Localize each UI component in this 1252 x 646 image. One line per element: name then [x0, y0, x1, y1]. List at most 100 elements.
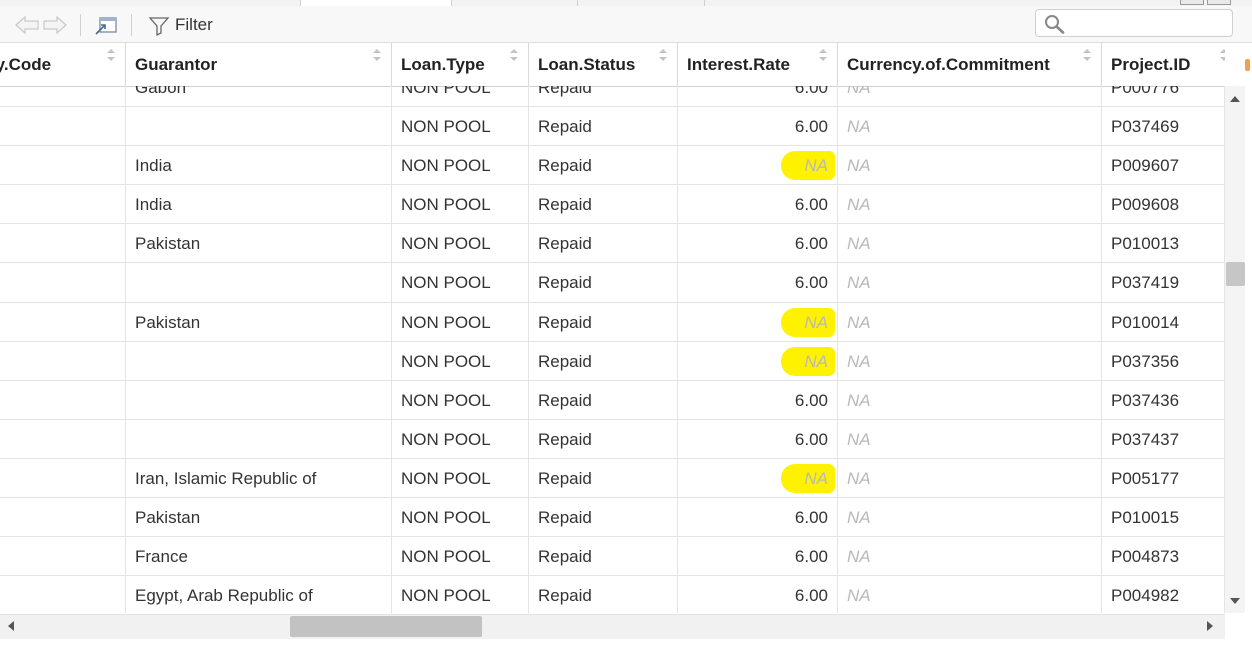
- cell-loan-type[interactable]: NON POOL: [392, 576, 529, 613]
- horizontal-scroll-thumb[interactable]: [290, 616, 482, 637]
- cell-loan-status[interactable]: Repaid: [529, 380, 678, 419]
- table-row[interactable]: NON POOL Repaid 6.00 NA P037436: [0, 380, 1225, 420]
- cell-guarantor[interactable]: [126, 380, 392, 419]
- cell-interest-rate[interactable]: 6.00: [678, 576, 838, 613]
- cell-loan-type[interactable]: NON POOL: [392, 498, 529, 537]
- cell-interest-rate[interactable]: NA: [678, 302, 838, 341]
- sort-icon[interactable]: [1219, 48, 1225, 62]
- table-row[interactable]: NON POOL Repaid 6.00 NA P037469: [0, 107, 1225, 147]
- table-row[interactable]: Egypt, Arab Republic of NON POOL Repaid 6.0…: [0, 576, 1225, 613]
- cell-loan-type[interactable]: NON POOL: [392, 302, 529, 341]
- cell-loan-status[interactable]: Repaid: [529, 576, 678, 613]
- cell-country-code[interactable]: [0, 224, 126, 263]
- cell-project-id[interactable]: P005177: [1102, 458, 1225, 498]
- cell-interest-rate[interactable]: 6.00: [678, 419, 838, 458]
- popout-icon[interactable]: [93, 15, 119, 37]
- cell-loan-status[interactable]: Repaid: [529, 107, 678, 146]
- cell-project-id[interactable]: P037469: [1102, 107, 1225, 146]
- cell-currency-of-commitment[interactable]: NA: [838, 224, 1102, 263]
- cell-guarantor[interactable]: Pakistan: [126, 302, 392, 341]
- column-header-project-id[interactable]: Project.ID: [1102, 43, 1225, 86]
- vertical-scrollbar[interactable]: [1225, 86, 1245, 613]
- cell-guarantor[interactable]: India: [126, 185, 392, 224]
- cell-loan-type[interactable]: NON POOL: [392, 419, 529, 458]
- cell-currency-of-commitment[interactable]: NA: [838, 185, 1102, 224]
- horizontal-scrollbar[interactable]: [0, 614, 1225, 639]
- cell-loan-status[interactable]: Repaid: [529, 185, 678, 224]
- table-row[interactable]: Gabon NON POOL Repaid 6.00 NA P000776: [0, 86, 1225, 108]
- vertical-scroll-thumb[interactable]: [1226, 262, 1245, 286]
- cell-currency-of-commitment[interactable]: NA: [838, 458, 1102, 498]
- column-header-guarantor[interactable]: Guarantor: [126, 43, 392, 86]
- scroll-down-icon[interactable]: [1229, 596, 1241, 606]
- cell-currency-of-commitment[interactable]: NA: [838, 302, 1102, 341]
- table-row[interactable]: Pakistan NON POOL Repaid 6.00 NA P010013: [0, 224, 1225, 264]
- cell-project-id[interactable]: P009607: [1102, 146, 1225, 185]
- cell-country-code[interactable]: [0, 341, 126, 380]
- cell-loan-type[interactable]: NON POOL: [392, 263, 529, 302]
- cell-interest-rate[interactable]: NA: [678, 458, 838, 498]
- cell-project-id[interactable]: P004982: [1102, 576, 1225, 613]
- cell-project-id[interactable]: P037419: [1102, 263, 1225, 302]
- cell-country-code[interactable]: [0, 86, 126, 107]
- cell-guarantor[interactable]: Pakistan: [126, 498, 392, 537]
- cell-loan-type[interactable]: NON POOL: [392, 86, 529, 107]
- cell-country-code[interactable]: [0, 576, 126, 613]
- cell-interest-rate[interactable]: 6.00: [678, 537, 838, 576]
- cell-project-id[interactable]: P010013: [1102, 224, 1225, 263]
- cell-loan-status[interactable]: Repaid: [529, 537, 678, 576]
- table-row[interactable]: France NON POOL Repaid 6.00 NA P004873: [0, 537, 1225, 577]
- cell-loan-status[interactable]: Repaid: [529, 86, 678, 107]
- forward-arrow-icon[interactable]: [42, 15, 68, 35]
- search-box[interactable]: [1035, 9, 1233, 37]
- cell-project-id[interactable]: P009608: [1102, 185, 1225, 224]
- cell-project-id[interactable]: P000776: [1102, 86, 1225, 107]
- sort-icon[interactable]: [509, 48, 519, 62]
- cell-project-id[interactable]: P037436: [1102, 380, 1225, 419]
- table-row[interactable]: India NON POOL Repaid NA NA P009607: [0, 146, 1225, 186]
- cell-interest-rate[interactable]: 6.00: [678, 224, 838, 263]
- cell-currency-of-commitment[interactable]: NA: [838, 419, 1102, 458]
- cell-guarantor[interactable]: [126, 107, 392, 146]
- cell-loan-type[interactable]: NON POOL: [392, 458, 529, 498]
- cell-currency-of-commitment[interactable]: NA: [838, 263, 1102, 302]
- cell-country-code[interactable]: [0, 185, 126, 224]
- minimize-pane-button[interactable]: [1180, 0, 1204, 5]
- cell-guarantor[interactable]: Iran, Islamic Republic of: [126, 458, 392, 498]
- cell-guarantor[interactable]: Pakistan: [126, 224, 392, 263]
- cell-currency-of-commitment[interactable]: NA: [838, 537, 1102, 576]
- cell-guarantor[interactable]: [126, 419, 392, 458]
- cell-guarantor[interactable]: Egypt, Arab Republic of: [126, 576, 392, 613]
- cell-project-id[interactable]: P010015: [1102, 498, 1225, 537]
- column-header-currency-of-commitment[interactable]: Currency.of.Commitment: [838, 43, 1102, 86]
- cell-interest-rate[interactable]: 6.00: [678, 185, 838, 224]
- maximize-pane-button[interactable]: [1207, 0, 1231, 5]
- cell-country-code[interactable]: [0, 146, 126, 185]
- cell-loan-type[interactable]: NON POOL: [392, 146, 529, 185]
- cell-guarantor[interactable]: France: [126, 537, 392, 576]
- cell-interest-rate[interactable]: NA: [678, 341, 838, 380]
- cell-currency-of-commitment[interactable]: NA: [838, 380, 1102, 419]
- cell-currency-of-commitment[interactable]: NA: [838, 86, 1102, 107]
- cell-country-code[interactable]: [0, 107, 126, 146]
- cell-project-id[interactable]: P010014: [1102, 302, 1225, 341]
- cell-country-code[interactable]: [0, 498, 126, 537]
- cell-loan-type[interactable]: NON POOL: [392, 185, 529, 224]
- cell-currency-of-commitment[interactable]: NA: [838, 498, 1102, 537]
- scroll-right-icon[interactable]: [1205, 620, 1215, 632]
- cell-interest-rate[interactable]: 6.00: [678, 86, 838, 107]
- table-row[interactable]: Pakistan NON POOL Repaid 6.00 NA P010015: [0, 498, 1225, 538]
- table-row[interactable]: NON POOL Repaid NA NA P037356: [0, 341, 1225, 381]
- table-row[interactable]: NON POOL Repaid 6.00 NA P037419: [0, 263, 1225, 303]
- cell-loan-type[interactable]: NON POOL: [392, 107, 529, 146]
- table-row[interactable]: India NON POOL Repaid 6.00 NA P009608: [0, 185, 1225, 225]
- sort-icon[interactable]: [1082, 48, 1092, 62]
- sort-icon[interactable]: [658, 48, 668, 62]
- cell-loan-status[interactable]: Repaid: [529, 458, 678, 498]
- cell-guarantor[interactable]: India: [126, 146, 392, 185]
- cell-interest-rate[interactable]: 6.00: [678, 498, 838, 537]
- cell-project-id[interactable]: P037356: [1102, 341, 1225, 380]
- cell-country-code[interactable]: [0, 537, 126, 576]
- cell-interest-rate[interactable]: NA: [678, 146, 838, 185]
- sort-icon[interactable]: [106, 48, 116, 62]
